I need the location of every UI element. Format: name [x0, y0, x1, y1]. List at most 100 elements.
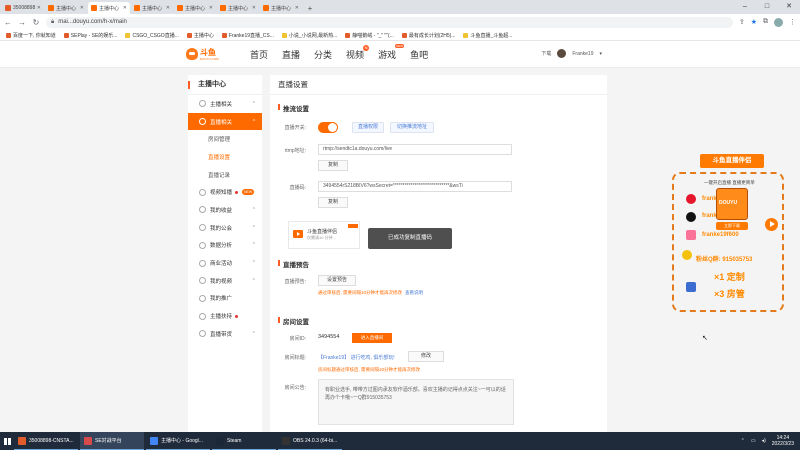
sidebar-item-icon — [199, 259, 206, 267]
bookmark-label: 百度一下, 你就知道 — [13, 32, 56, 39]
bookmark-label: 小说_小说网,最新热... — [288, 32, 338, 39]
bookmark-item[interactable]: CSGO_CSGO直播... — [125, 32, 179, 39]
set-preview-button[interactable]: 设置预告 — [318, 275, 356, 286]
nav-item[interactable]: 首页 — [250, 48, 268, 61]
bookmark-item[interactable]: 最有成长计划(2H5)... — [401, 32, 456, 39]
bookmark-label: 主播中心 — [193, 32, 214, 39]
browser-tab[interactable]: 主播中心 ✕ — [174, 2, 216, 14]
extensions-icon[interactable]: ⧉ — [763, 18, 768, 26]
taskbar-item[interactable]: 35008898-CNSTA... — [14, 432, 78, 450]
preview-help-link[interactable]: 查看说明 — [405, 290, 423, 295]
bookmark-item[interactable]: 斗鱼直播_斗鱼超... — [463, 32, 512, 39]
minimize-icon[interactable]: – — [734, 0, 756, 14]
download-link[interactable]: 下载 — [541, 50, 551, 57]
sidebar-item-label: 数据分析 — [210, 243, 233, 250]
share-icon[interactable]: ⇪ — [739, 18, 745, 26]
sidebar-item[interactable]: 我的公会 ^ — [188, 219, 262, 237]
windows-start-icon[interactable] — [0, 432, 14, 450]
profile-avatar[interactable] — [774, 17, 783, 27]
clock[interactable]: 14:24 2022/3/23 — [772, 435, 794, 447]
nav-item[interactable]: 直播 — [282, 48, 300, 61]
sidebar-item[interactable]: 直播相关 ^ — [188, 112, 262, 131]
nav-label: 鱼吧 — [410, 50, 429, 60]
sidebar-item[interactable]: 主播扶持 — [188, 307, 262, 325]
user-avatar[interactable] — [557, 49, 567, 58]
bookmark-item[interactable]: 小说_小说网,最新热... — [281, 32, 338, 39]
menu-icon[interactable]: ⋮ — [789, 18, 796, 26]
maximize-icon[interactable]: □ — [756, 0, 778, 14]
taskbar-item[interactable]: 主播中心 - Googl... — [146, 432, 210, 450]
sidebar-item[interactable]: 我的视频 ^ — [188, 272, 262, 290]
browser-tab[interactable]: 主播中心 ✕ — [260, 2, 302, 14]
forward-icon[interactable]: → — [18, 18, 26, 27]
bookmark-item[interactable]: 主播中心 — [186, 32, 214, 39]
tab-close-icon[interactable]: ✕ — [123, 5, 127, 11]
bookmark-item[interactable]: 百度一下, 你就知道 — [6, 32, 56, 39]
tab-close-icon[interactable]: ✕ — [252, 5, 256, 11]
tab-close-icon[interactable]: ✕ — [166, 5, 170, 11]
rtmp-url-field[interactable]: rtmp://sendtc1a.douyu.com/live — [318, 144, 512, 155]
sidebar-item[interactable]: 房间管理 — [188, 130, 262, 148]
address-bar[interactable]: 🔒︎ mai...douyu.com/h-x/main — [46, 16, 733, 28]
taskbar-item[interactable]: Steam — [212, 432, 276, 450]
new-tab-icon[interactable]: + — [305, 4, 315, 14]
sidebar-item-label: 主播相关 — [210, 101, 233, 108]
nav-item[interactable]: 鱼吧 — [410, 48, 428, 61]
douyu-logo[interactable]: 斗鱼 DOUYU.COM — [186, 45, 220, 63]
volume-icon[interactable]: ◂) — [762, 438, 766, 444]
username[interactable]: Franke19 — [572, 51, 593, 57]
edit-title-button[interactable]: 修改 — [408, 351, 444, 362]
room-notice-textarea[interactable]: 有职业选手, 带带方过图内承友软作酒乐部。喜欢主播的记得点点关注~一可以的话再办… — [318, 379, 514, 425]
browser-tab[interactable]: 35008898-CNST...✕ — [2, 2, 44, 14]
bookmark-item[interactable]: SEPlay - SE的娱乐... — [63, 32, 118, 39]
bookmark-label: 最有成长计划(2H5)... — [408, 32, 456, 39]
overlay-big2: ×3 房管 — [714, 289, 745, 299]
copy-code-button[interactable]: 复制 — [318, 197, 348, 208]
nav-item[interactable]: 游戏 NEW — [378, 44, 405, 61]
bookmark-label: SEPlay - SE的娱乐... — [70, 32, 118, 39]
tab-close-icon[interactable]: ✕ — [295, 5, 299, 11]
switch-push-url-button[interactable]: 切换推流地址 — [390, 122, 434, 133]
live-toggle[interactable] — [318, 122, 338, 133]
sidebar-item[interactable]: 商业活动 ^ — [188, 254, 262, 272]
browser-tab[interactable]: 主播中心 ✕ — [217, 2, 259, 14]
preview-note-text: 通过审核后, 需要间隔10分钟才能再次修改 — [318, 290, 403, 295]
enter-room-button[interactable]: 进入直播间 — [352, 333, 392, 343]
tray-chevron-icon[interactable]: ⌃ — [741, 438, 745, 444]
close-icon[interactable]: ✕ — [778, 0, 800, 14]
browser-tab[interactable]: 主播中心 ✕ — [88, 2, 130, 14]
stream-code-field[interactable]: 3494554rS218BIV6?wsSecret=**************… — [318, 181, 512, 192]
sidebar-item[interactable]: 视频知播 NEW — [188, 183, 262, 201]
taskbar-item[interactable]: SE対战平台 — [80, 432, 144, 450]
bookmark-star-icon[interactable]: ★ — [751, 18, 757, 26]
back-icon[interactable]: ← — [4, 18, 12, 27]
sidebar-item[interactable]: 直播记录 — [188, 166, 262, 184]
overlay-play-icon[interactable] — [765, 218, 778, 231]
browser-tab[interactable]: 主播中心 ✕ — [131, 2, 173, 14]
sidebar-item[interactable]: 直播设置 — [188, 148, 262, 166]
copy-rtmp-button[interactable]: 复制 — [318, 160, 348, 171]
tab-close-icon[interactable]: ✕ — [80, 5, 84, 11]
overlay-big1: ×1 定制 — [714, 272, 745, 282]
taskbar-item[interactable]: OBS 24.0.3 (64-bi... — [278, 432, 342, 450]
sidebar-item[interactable]: 主播相关 ^ — [188, 95, 262, 113]
reload-icon[interactable]: ↻ — [32, 18, 40, 27]
browser-tab[interactable]: 主播中心 ✕ — [45, 2, 87, 14]
bookmark-item[interactable]: 静喵鹅绒 - "_" ""(... — [345, 32, 394, 39]
bookmark-item[interactable]: Franke19直播_CS... — [221, 32, 274, 39]
nav-item[interactable]: 视频 N — [346, 45, 370, 61]
live-permission-button[interactable]: 直播权限 — [352, 122, 384, 133]
nav-item[interactable]: 分类 — [314, 48, 332, 61]
tab-close-icon[interactable]: ✕ — [37, 5, 41, 11]
overlay-download-button[interactable]: 立即下载 — [716, 222, 748, 230]
chevron-down-icon[interactable]: ▾ — [599, 51, 602, 57]
tab-close-icon[interactable]: ✕ — [209, 5, 213, 11]
sidebar-item[interactable]: 我的推广 — [188, 290, 262, 308]
sidebar-item[interactable]: 我的收益 ^ — [188, 201, 262, 219]
sidebar-item-icon — [199, 206, 206, 214]
obs-promo-card[interactable]: 斗鱼直播伴侣 仅需请10 分钟... — [288, 221, 360, 249]
sidebar-item[interactable]: 数据分析 ^ — [188, 237, 262, 255]
tab-label: 主播中心 — [228, 5, 249, 12]
network-icon[interactable]: ▭ — [751, 438, 756, 444]
sidebar-item[interactable]: 直播带货 ^ — [188, 325, 262, 343]
